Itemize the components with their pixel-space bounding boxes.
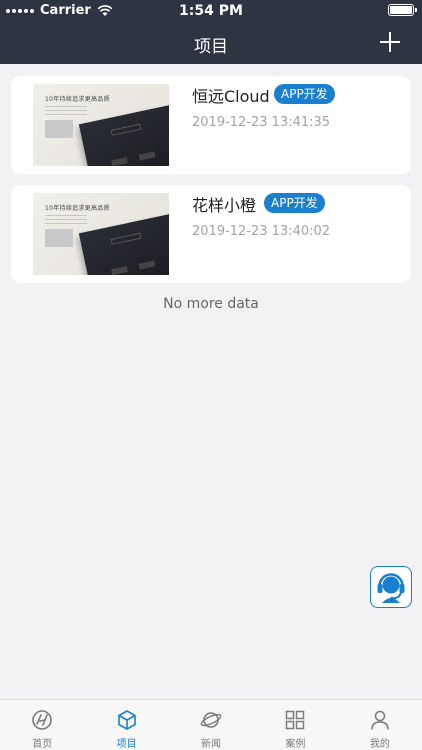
tab-label: 新闻: [201, 739, 222, 750]
project-thumbnail: 10年持续追求更高品质: [33, 193, 169, 275]
person-icon: [371, 710, 389, 730]
project-card[interactable]: 10年持续追求更高品质 花样小橙 APP开发 2019-12-23 13:40:…: [11, 185, 411, 283]
thumbnail-caption: 10年持续追求更高品质: [45, 205, 110, 212]
page-title: 项目: [194, 37, 228, 57]
tab-profile[interactable]: 我的: [338, 700, 422, 750]
grid-icon: [286, 710, 305, 730]
project-date: 2019-12-23 13:41:35: [192, 115, 331, 130]
tab-label: 案例: [285, 739, 306, 750]
header: Carrier 1:54 PM 项目: [0, 0, 422, 64]
project-tag-badge: APP开发: [264, 193, 325, 213]
tab-cases[interactable]: 案例: [253, 700, 337, 750]
project-card[interactable]: 10年持续追求更高品质 恒远Cloud APP开发 2019-12-23 13:…: [11, 76, 411, 174]
planet-icon: [200, 712, 222, 728]
tab-label: 首页: [32, 739, 53, 750]
project-tag-badge: APP开发: [274, 84, 335, 104]
tab-label: 项目: [116, 739, 137, 750]
list-end-message: No more data: [163, 296, 259, 312]
thumbnail-caption: 10年持续追求更高品质: [45, 96, 110, 103]
customer-service-button[interactable]: [370, 566, 412, 608]
tab-label: 我的: [369, 739, 390, 750]
tab-home[interactable]: 首页: [0, 700, 84, 750]
status-time: 1:54 PM: [179, 3, 243, 19]
app-screen: Carrier 1:54 PM 项目 10年持续追求更高品质 恒远Cloud A…: [0, 0, 422, 750]
project-date: 2019-12-23 13:40:02: [192, 224, 331, 239]
project-name: 花样小橙: [192, 196, 257, 215]
tab-news[interactable]: 新闻: [169, 700, 253, 750]
project-thumbnail: 10年持续追求更高品质: [33, 84, 169, 166]
project-name: 恒远Cloud: [192, 87, 270, 106]
customer-service-headset-icon: [377, 573, 405, 603]
home-logo-icon: [32, 710, 53, 730]
battery-icon: [388, 4, 417, 16]
tab-bar: 首页 项目 新闻 案例 我的: [0, 699, 422, 750]
tab-projects[interactable]: 项目: [84, 700, 168, 750]
nav-bar: 项目: [0, 22, 422, 64]
plus-icon[interactable]: [378, 30, 402, 54]
cube-icon: [117, 710, 136, 730]
status-bar: Carrier 1:54 PM: [0, 0, 422, 22]
